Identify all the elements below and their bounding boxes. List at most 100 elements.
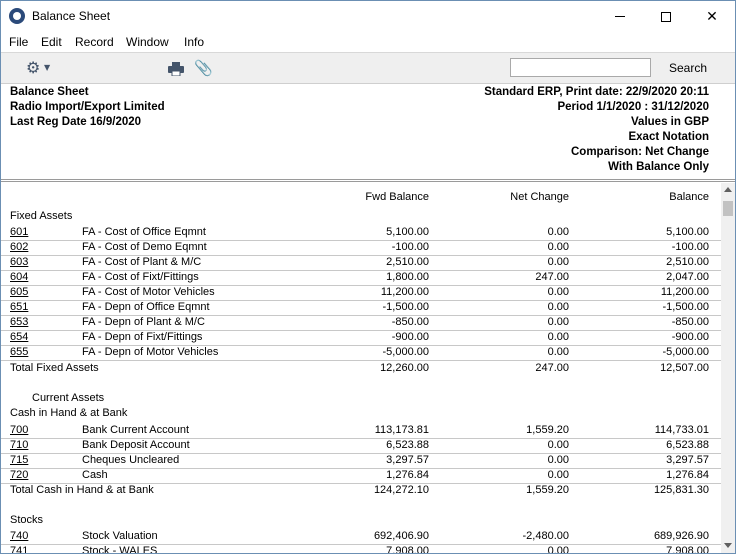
menu-record[interactable]: Record [75,35,114,49]
fwd-balance-value: -850.00 [391,316,429,328]
close-button[interactable]: ✕ [689,1,735,32]
vertical-scrollbar[interactable] [721,183,735,553]
account-number-link[interactable]: 740 [10,530,28,542]
account-name: FA - Depn of Office Eqmnt [82,301,210,313]
balance-value: -5,000.00 [662,346,709,358]
fwd-balance-value: 7,908.00 [386,545,429,554]
account-name: Cash [82,469,108,481]
minimize-button[interactable] [597,1,643,32]
account-number-link[interactable]: 741 [10,545,28,553]
menu-info[interactable]: Info [184,35,204,49]
menu-window[interactable]: Window [126,35,169,49]
balance-value: 689,926.90 [653,530,709,542]
total-balance: 12,507.00 [660,362,709,374]
balance-value: 3,297.57 [666,454,709,466]
balance-value: -900.00 [671,331,709,343]
account-name: Bank Deposit Account [82,439,190,451]
account-name: FA - Depn of Motor Vehicles [82,346,219,358]
attachment-icon[interactable]: 📎 [194,59,213,77]
header-divider [1,179,735,182]
account-name: FA - Cost of Plant & M/C [82,256,202,268]
section-heading: Stocks [1,514,721,529]
account-row[interactable]: 655 FA - Depn of Motor Vehicles -5,000.00 0… [1,346,721,361]
account-row[interactable]: 654 FA - Depn of Fixt/Fittings -900.00 0.00… [1,331,721,346]
chevron-down-icon[interactable]: ▼ [44,63,50,72]
search-button[interactable]: Search [669,61,707,75]
account-row[interactable]: 651 FA - Depn of Office Eqmnt -1,500.00 0.0… [1,301,721,316]
report-header: Balance Sheet Radio Import/Export Limite… [1,83,735,179]
account-number-link[interactable]: 720 [10,469,28,481]
net-change-value: 0.00 [547,346,569,358]
section-label: Cash in Hand & at Bank [10,407,128,419]
account-row[interactable]: 603 FA - Cost of Plant & M/C 2,510.00 0.00 2… [1,256,721,271]
account-number-link[interactable]: 601 [10,226,28,238]
total-row: Total Cash in Hand & at Bank 124,272.10 1,… [1,484,721,499]
account-name: Bank Current Account [82,424,190,436]
account-row[interactable]: 601 FA - Cost of Office Eqmnt 5,100.00 0.00… [1,226,721,241]
balance-value: 1,276.84 [666,469,709,481]
account-row[interactable]: 602 FA - Cost of Demo Eqmnt -100.00 0.00 -10… [1,241,721,256]
account-row[interactable]: 653 FA - Depn of Plant & M/C -850.00 0.00 -8… [1,316,721,331]
currency: Values in GBP [631,116,709,128]
printer-icon[interactable] [168,62,184,76]
account-number-link[interactable]: 715 [10,454,28,466]
fwd-balance-value: 6,523.88 [386,439,429,451]
fwd-balance-value: 5,100.00 [386,226,429,238]
fwd-balance-value: 692,406.90 [373,530,429,542]
net-change-value: 0.00 [547,469,569,481]
close-icon: ✕ [706,8,718,25]
search-input[interactable] [510,58,651,77]
account-name: Stock - WALES [82,545,158,554]
net-change-value: -2,480.00 [522,530,569,542]
account-number-link[interactable]: 604 [10,271,28,283]
section-heading: Fixed Assets [1,210,721,225]
net-change-value: 247.00 [535,271,569,283]
account-number-link[interactable]: 605 [10,286,28,298]
menu-file[interactable]: File [9,35,28,49]
account-row[interactable]: 715 Cheques Uncleared 3,297.57 0.00 3,297.57 [1,454,721,469]
account-row[interactable]: 720 Cash 1,276.84 0.00 1,276.84 [1,469,721,484]
print-info: Standard ERP, Print date: 22/9/2020 20:1… [484,86,709,98]
balance-value: 2,047.00 [666,271,709,283]
scrollbar-thumb[interactable] [723,201,733,216]
account-row[interactable]: 741 Stock - WALES 7,908.00 0.00 7,908.00 [1,545,721,554]
account-number-link[interactable]: 654 [10,331,28,343]
fwd-balance-value: -1,500.00 [382,301,429,313]
total-label: Total Cash in Hand & at Bank [10,484,154,496]
net-change-value: 0.00 [547,301,569,313]
gear-icon[interactable]: ⚙ [26,60,40,76]
account-row[interactable]: 740 Stock Valuation 692,406.90 -2,480.00 689… [1,530,721,545]
account-number-link[interactable]: 603 [10,256,28,268]
col-fwd-balance: Fwd Balance [365,191,429,203]
scroll-up-icon[interactable] [724,187,732,192]
net-change-value: 0.00 [547,331,569,343]
section-label: Stocks [10,514,44,526]
account-name: FA - Cost of Fixt/Fittings [82,271,199,283]
account-row[interactable]: 605 FA - Cost of Motor Vehicles 11,200.00 0… [1,286,721,301]
account-row[interactable]: 700 Bank Current Account 113,173.81 1,559.2… [1,424,721,439]
account-number-link[interactable]: 602 [10,241,28,253]
account-row[interactable]: 604 FA - Cost of Fixt/Fittings 1,800.00 247… [1,271,721,286]
balance-value: -1,500.00 [662,301,709,313]
report-body[interactable]: Fwd Balance Net Change Balance Fixed Ass… [1,183,721,554]
account-number-link[interactable]: 651 [10,301,28,313]
title-bar: Balance Sheet ✕ [1,1,735,32]
account-number-link[interactable]: 653 [10,316,28,328]
comparison: Comparison: Net Change [570,146,709,158]
net-change-value: 0.00 [547,226,569,238]
account-number-link[interactable]: 700 [10,424,28,436]
account-row[interactable]: 710 Bank Deposit Account 6,523.88 0.00 6,523… [1,439,721,454]
toolbar: ⚙ ▼ 📎 Search [1,52,735,83]
maximize-button[interactable] [643,1,689,32]
account-number-link[interactable]: 710 [10,439,28,451]
period: Period 1/1/2020 : 31/12/2020 [557,101,709,113]
account-number-link[interactable]: 655 [10,346,28,358]
net-change-value: 1,559.20 [526,424,569,436]
menu-edit[interactable]: Edit [41,35,62,49]
net-change-value: 0.00 [547,286,569,298]
blank-row [1,377,721,392]
section-heading: Cash in Hand & at Bank [1,407,721,422]
balance-value: 6,523.88 [666,439,709,451]
scroll-down-icon[interactable] [724,543,732,548]
minimize-icon [615,16,625,17]
